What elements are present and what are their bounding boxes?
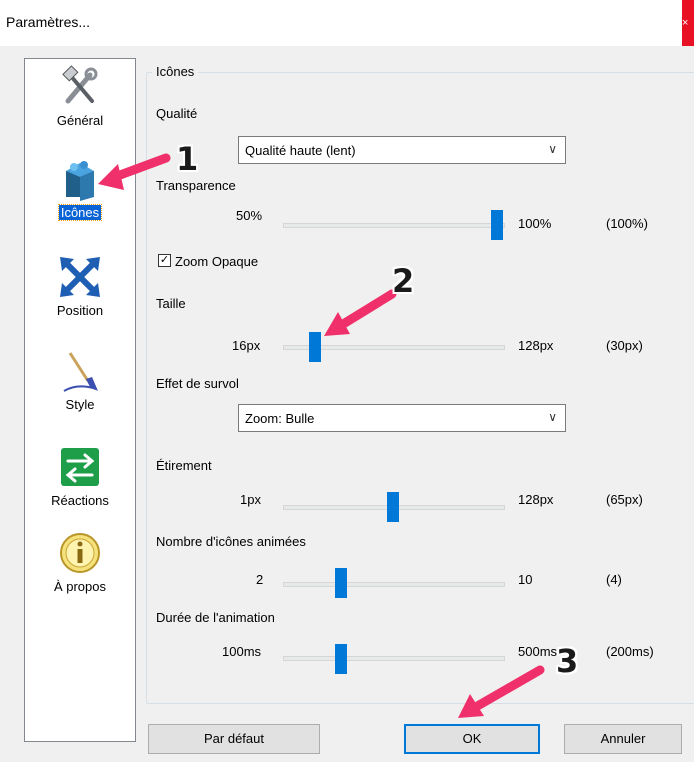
annotation-arrows <box>98 153 545 718</box>
annotation-number-1: 1 <box>176 140 199 178</box>
annotation-number-3: 3 <box>556 642 579 680</box>
annotation-arrow-3 <box>469 665 545 713</box>
annotation-number-2: 2 <box>392 262 415 300</box>
annotation-arrow-2 <box>335 289 397 331</box>
